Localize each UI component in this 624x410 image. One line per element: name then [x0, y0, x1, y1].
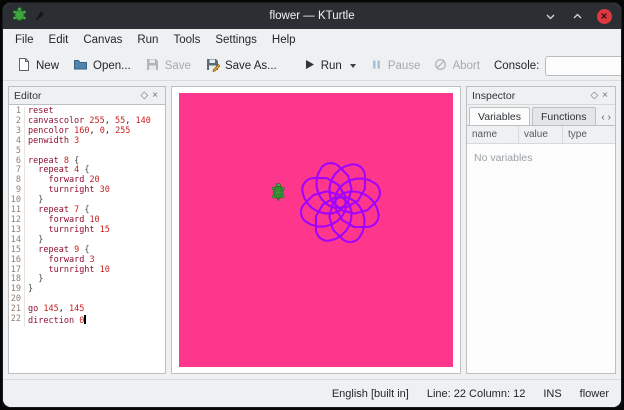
column-value[interactable]: value — [519, 126, 563, 143]
editor-panel-title: Editor — [14, 90, 41, 102]
code-line[interactable]: 22direction 0 — [9, 315, 165, 327]
tab-functions[interactable]: Functions — [532, 107, 596, 125]
menu-tools[interactable]: Tools — [166, 32, 207, 48]
pause-button[interactable]: Pause — [364, 54, 427, 78]
no-variables-text: No variables — [467, 144, 615, 172]
open-button-label: Open... — [93, 60, 131, 72]
line-text: } — [28, 285, 33, 295]
editor-float-button[interactable]: ◇ — [138, 91, 150, 101]
run-button-label: Run — [321, 60, 342, 72]
status-insert-mode: INS — [543, 388, 561, 400]
abort-button[interactable]: Abort — [428, 54, 486, 78]
run-dropdown-icon[interactable] — [350, 64, 356, 68]
new-document-icon — [16, 57, 31, 75]
status-script-name: flower — [580, 388, 609, 400]
minimize-button[interactable] — [542, 8, 558, 24]
code-lines: 1reset2canvascolor 255, 55, 1403pencolor… — [9, 107, 165, 327]
editor-close-button[interactable]: × — [150, 91, 160, 101]
canvas-view — [171, 86, 461, 374]
turtle-canvas — [179, 93, 453, 367]
status-language: English [built in] — [332, 388, 409, 400]
new-button[interactable]: New — [10, 53, 65, 79]
save-icon — [145, 57, 160, 75]
kturtle-window: flower — KTurtle File Edit Canvas Run To… — [2, 2, 622, 408]
tab-scroll-buttons: ‹ › — [601, 112, 613, 125]
menu-help[interactable]: Help — [265, 32, 303, 48]
line-number: 16 — [9, 256, 25, 266]
inspector-tabbar: Variables Functions ‹ › — [467, 104, 615, 125]
menu-run[interactable]: Run — [130, 32, 165, 48]
variables-table: name value type No variables — [467, 125, 615, 373]
app-icon — [12, 7, 27, 25]
abort-button-label: Abort — [452, 60, 480, 72]
editor-panel: Editor ◇ × 1reset2canvascolor 255, 55, 1… — [8, 86, 166, 374]
toolbar: New Open... Save Save As... Run — [3, 51, 621, 81]
console-label: Console: — [494, 60, 539, 72]
tab-scroll-left-icon[interactable]: ‹ — [601, 112, 604, 123]
save-as-button-label: Save As... — [225, 60, 277, 72]
column-name[interactable]: name — [467, 126, 519, 143]
inspector-close-button[interactable]: × — [600, 91, 610, 101]
console-input[interactable] — [545, 56, 622, 76]
run-play-icon — [303, 58, 316, 74]
menu-file[interactable]: File — [8, 32, 41, 48]
menu-edit[interactable]: Edit — [42, 32, 76, 48]
inspector-panel: Inspector ◇ × Variables Functions ‹ › na… — [466, 86, 616, 374]
menu-canvas[interactable]: Canvas — [76, 32, 129, 48]
close-button[interactable] — [596, 8, 612, 24]
console-group: Console: — [494, 56, 622, 76]
open-button[interactable]: Open... — [67, 53, 137, 79]
open-folder-icon — [73, 57, 88, 75]
variables-table-header: name value type — [467, 126, 615, 144]
inspector-panel-header: Inspector ◇ × — [467, 87, 615, 104]
save-button[interactable]: Save — [139, 53, 197, 79]
line-text: go 145, 145 — [28, 305, 84, 315]
new-button-label: New — [36, 60, 59, 72]
save-button-label: Save — [165, 60, 191, 72]
pause-icon — [370, 58, 383, 74]
code-line[interactable]: 19} — [9, 285, 165, 295]
main-area: Editor ◇ × 1reset2canvascolor 255, 55, 1… — [3, 81, 621, 379]
close-icon — [597, 9, 612, 24]
line-number: 22 — [9, 315, 25, 327]
line-text: penwidth 3 — [28, 137, 79, 147]
column-type[interactable]: type — [563, 126, 615, 143]
window-title: flower — KTurtle — [107, 10, 517, 22]
save-as-icon — [205, 57, 220, 75]
tab-variables[interactable]: Variables — [469, 107, 530, 125]
code-line[interactable]: 21go 145, 145 — [9, 305, 165, 315]
editor-panel-header: Editor ◇ × — [9, 87, 165, 104]
titlebar: flower — KTurtle — [3, 3, 621, 29]
maximize-button[interactable] — [569, 8, 585, 24]
line-text: direction 0 — [28, 315, 86, 327]
inspector-float-button[interactable]: ◇ — [588, 91, 600, 101]
pin-icon[interactable] — [34, 9, 46, 24]
inspector-panel-title: Inspector — [472, 90, 515, 102]
statusbar: English [built in] Line: 22 Column: 12 I… — [3, 379, 621, 407]
text-cursor — [84, 315, 86, 324]
titlebar-right — [517, 8, 612, 24]
titlebar-left — [12, 7, 107, 25]
menu-settings[interactable]: Settings — [208, 32, 264, 48]
abort-icon — [434, 58, 447, 74]
code-line[interactable]: 4penwidth 3 — [9, 137, 165, 147]
run-button[interactable]: Run — [297, 54, 362, 78]
tab-scroll-right-icon[interactable]: › — [608, 112, 611, 123]
save-as-button[interactable]: Save As... — [199, 53, 283, 79]
status-cursor-position: Line: 22 Column: 12 — [427, 388, 525, 400]
code-editor[interactable]: 1reset2canvascolor 255, 55, 1403pencolor… — [9, 104, 165, 373]
menubar: File Edit Canvas Run Tools Settings Help — [3, 29, 621, 51]
pause-button-label: Pause — [388, 60, 421, 72]
